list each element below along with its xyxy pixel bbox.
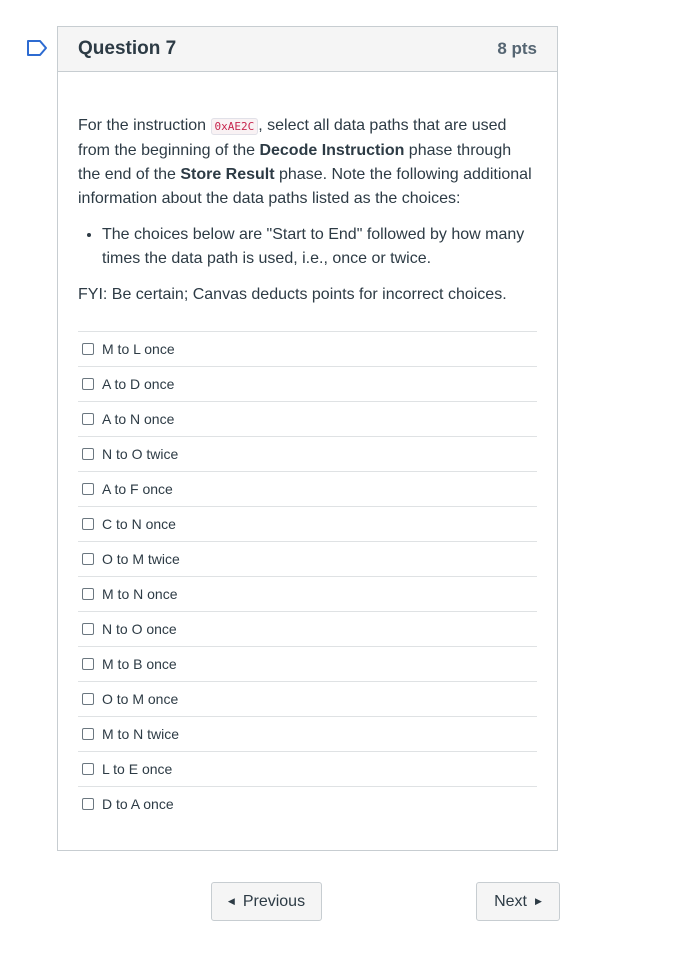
question-header: Question 7 8 pts [58, 27, 557, 72]
answer-option[interactable]: M to B once [78, 647, 537, 682]
question-card: Question 7 8 pts For the instruction 0xA… [57, 26, 558, 851]
previous-label: Previous [242, 892, 306, 910]
answer-label: N to O twice [102, 446, 179, 462]
previous-button[interactable]: ◀ Previous [211, 882, 322, 921]
flag-question-icon[interactable] [26, 39, 48, 57]
answer-option[interactable]: A to F once [78, 472, 537, 507]
answer-label: C to N once [102, 516, 176, 532]
fyi-text: FYI: Be certain; Canvas deducts points f… [78, 286, 507, 303]
answer-checkbox[interactable] [82, 518, 94, 530]
instruction-code: 0xAE2C [210, 118, 259, 135]
question-points: 8 pts [497, 39, 537, 58]
answer-checkbox[interactable] [82, 728, 94, 740]
next-label: Next [494, 892, 527, 910]
answer-label: D to A once [102, 796, 174, 812]
answer-label: L to E once [102, 761, 173, 777]
answer-option[interactable]: L to E once [78, 752, 537, 787]
answer-option[interactable]: A to D once [78, 367, 537, 402]
answer-checkbox[interactable] [82, 343, 94, 355]
question-text: For the instruction 0xAE2C, select all d… [78, 114, 537, 211]
answer-option[interactable]: N to O once [78, 612, 537, 647]
answer-checkbox[interactable] [82, 448, 94, 460]
caret-left-icon: ◀ [227, 896, 235, 906]
answer-option[interactable]: N to O twice [78, 437, 537, 472]
answer-list: M to L once A to D once A to N once N to O … [78, 331, 537, 821]
answer-checkbox[interactable] [82, 798, 94, 810]
answer-label: M to N once [102, 586, 178, 602]
next-button[interactable]: Next ▶ [476, 882, 560, 921]
phase-end: Store Result [180, 166, 275, 183]
answer-checkbox[interactable] [82, 763, 94, 775]
question-intro: For the instruction [78, 117, 211, 134]
caret-right-icon: ▶ [534, 896, 542, 906]
answer-checkbox[interactable] [82, 483, 94, 495]
answer-label: A to N once [102, 411, 175, 427]
answer-label: O to M once [102, 691, 179, 707]
answer-checkbox[interactable] [82, 693, 94, 705]
answer-label: M to N twice [102, 726, 180, 742]
answer-checkbox[interactable] [82, 378, 94, 390]
answer-label: A to D once [102, 376, 175, 392]
answer-checkbox[interactable] [82, 658, 94, 670]
answer-option[interactable]: C to N once [78, 507, 537, 542]
answer-option[interactable]: M to N once [78, 577, 537, 612]
answer-label: A to F once [102, 481, 173, 497]
answer-checkbox[interactable] [82, 413, 94, 425]
answer-option[interactable]: O to M twice [78, 542, 537, 577]
answer-checkbox[interactable] [82, 623, 94, 635]
answer-option[interactable]: D to A once [78, 787, 537, 821]
answer-label: M to B once [102, 656, 177, 672]
phase-start: Decode Instruction [259, 142, 405, 159]
answer-option[interactable]: O to M once [78, 682, 537, 717]
answer-label: N to O once [102, 621, 177, 637]
question-title: Question 7 [78, 38, 177, 59]
answer-label: O to M twice [102, 551, 180, 567]
note-item: The choices below are "Start to End" fol… [102, 223, 537, 271]
answer-option[interactable]: M to L once [78, 332, 537, 367]
question-body: For the instruction 0xAE2C, select all d… [58, 114, 557, 821]
answer-option[interactable]: M to N twice [78, 717, 537, 752]
note-list: The choices below are "Start to End" fol… [78, 223, 537, 271]
answer-checkbox[interactable] [82, 588, 94, 600]
answer-option[interactable]: A to N once [78, 402, 537, 437]
answer-checkbox[interactable] [82, 553, 94, 565]
answer-label: M to L once [102, 341, 175, 357]
